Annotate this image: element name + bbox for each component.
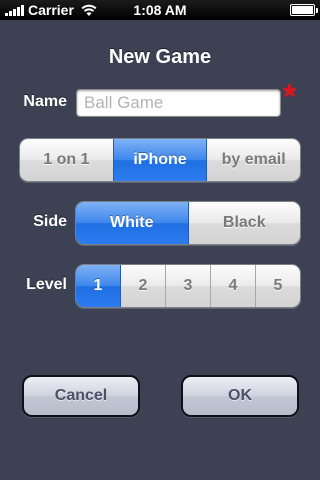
- level-segmented-control: 1 2 3 4 5: [75, 264, 301, 308]
- level-segment-5[interactable]: 5: [255, 265, 300, 307]
- required-indicator: *: [283, 78, 297, 116]
- side-label: Side: [33, 213, 67, 230]
- page-title: New Game: [108, 46, 212, 68]
- side-segment-white[interactable]: White: [76, 202, 188, 244]
- status-time: 1:08 AM: [133, 2, 187, 18]
- level-segment-4[interactable]: 4: [210, 265, 255, 307]
- battery-icon: [290, 4, 318, 16]
- name-input[interactable]: [76, 89, 281, 117]
- mode-segment-1-on-1[interactable]: 1 on 1: [20, 139, 113, 181]
- status-bar: Carrier 1:08 AM: [0, 0, 320, 20]
- ok-button[interactable]: OK: [181, 375, 299, 417]
- name-label: Name: [23, 93, 67, 110]
- level-label: Level: [26, 276, 67, 293]
- side-segment-black[interactable]: Black: [187, 202, 300, 244]
- game-mode-segmented-control: 1 on 1 iPhone by email: [19, 138, 301, 182]
- cancel-button[interactable]: Cancel: [22, 375, 140, 417]
- level-segment-3[interactable]: 3: [165, 265, 210, 307]
- mode-segment-by-email[interactable]: by email: [206, 139, 300, 181]
- mode-segment-iphone[interactable]: iPhone: [112, 139, 207, 181]
- level-segment-2[interactable]: 2: [120, 265, 165, 307]
- side-segmented-control: White Black: [75, 201, 301, 245]
- level-segment-1[interactable]: 1: [76, 265, 120, 307]
